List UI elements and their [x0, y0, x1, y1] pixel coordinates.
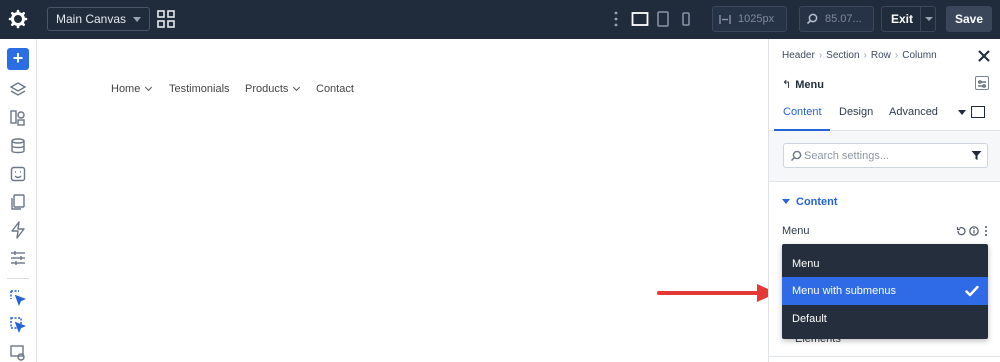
zoom-value: 85.07...: [825, 13, 862, 25]
gear-icon[interactable]: [8, 9, 28, 29]
nav-item-home[interactable]: Home: [111, 83, 153, 95]
mobile-view-icon[interactable]: [680, 10, 692, 28]
option-label: Default: [792, 313, 827, 325]
left-sidebar: +: [0, 39, 37, 362]
filter-icon[interactable]: [971, 150, 982, 161]
chevron-down-icon[interactable]: [925, 17, 933, 21]
select-parent-icon[interactable]: [9, 316, 27, 334]
sidebar-divider: [7, 278, 29, 279]
zoom-field[interactable]: 85.07...: [799, 6, 874, 32]
exit-button[interactable]: Exit: [881, 6, 936, 32]
nav-item-label: Products: [245, 83, 289, 95]
pages-icon[interactable]: [9, 193, 27, 211]
desktop-view-icon[interactable]: [631, 10, 649, 28]
content-section-toggle[interactable]: Content: [782, 196, 838, 208]
canvas-width-field[interactable]: 1025px: [712, 6, 787, 32]
chevron-down-icon[interactable]: [958, 110, 966, 115]
breadcrumb-row[interactable]: Row: [871, 50, 891, 61]
canvas-select[interactable]: Main Canvas: [47, 7, 150, 31]
toggle-settings-icon[interactable]: [975, 76, 989, 90]
caret-down-icon: [782, 199, 790, 204]
canvas-width-value: 1025px: [738, 13, 775, 25]
nav-item-products[interactable]: Products: [245, 83, 301, 95]
field-actions: [956, 226, 987, 236]
save-button[interactable]: Save: [946, 6, 992, 32]
nav-item-contact[interactable]: Contact: [316, 83, 354, 95]
close-icon[interactable]: [978, 50, 990, 62]
reset-icon[interactable]: [956, 227, 966, 236]
chevron-down-icon: [145, 83, 153, 92]
preview-icon[interactable]: [9, 344, 27, 362]
panel-tabs: Content Design Advanced: [769, 106, 1000, 131]
component-icon[interactable]: [9, 165, 27, 183]
select-element-icon[interactable]: [9, 289, 27, 307]
database-icon[interactable]: [9, 137, 27, 155]
exit-label: Exit: [891, 12, 914, 26]
search-area: [769, 131, 1000, 182]
width-icon: [719, 15, 731, 24]
section-title: Content: [796, 196, 838, 208]
info-icon[interactable]: [969, 226, 979, 236]
lightning-icon[interactable]: [9, 221, 27, 239]
nav-item-label: Contact: [316, 83, 354, 95]
search-icon: [790, 150, 802, 162]
more-vertical-icon[interactable]: [985, 226, 987, 236]
canvas-select-value: Main Canvas: [56, 12, 127, 26]
nav-item-testimonials[interactable]: Testimonials: [169, 83, 230, 95]
preview-box-icon[interactable]: [971, 106, 985, 118]
menu-type-dropdown: Menu Menu with submenus Default: [782, 244, 988, 339]
arrow-annotation: [657, 284, 777, 302]
chevron-down-icon: [133, 17, 141, 22]
panel-title-text: Menu: [795, 79, 824, 91]
top-toolbar: Main Canvas 1025px 85.07... Exit Save: [0, 0, 1000, 39]
exit-divider: [920, 7, 921, 31]
dropdown-option-default[interactable]: Default: [782, 305, 988, 333]
tab-content[interactable]: Content: [783, 106, 822, 118]
back-icon[interactable]: ↰: [782, 78, 791, 91]
more-vertical-icon[interactable]: [613, 10, 619, 28]
section-divider: [769, 356, 1000, 357]
zoom-icon: [806, 13, 818, 25]
option-label: Menu: [792, 258, 820, 270]
dropdown-option-menu[interactable]: Menu: [782, 250, 988, 278]
panel-title: ↰ Menu: [782, 78, 824, 91]
tablet-view-icon[interactable]: [656, 10, 670, 28]
grid-icon[interactable]: [157, 10, 175, 28]
search-settings-field[interactable]: [783, 143, 988, 168]
tab-advanced[interactable]: Advanced: [889, 106, 938, 118]
add-element-button[interactable]: +: [7, 48, 29, 70]
tab-design[interactable]: Design: [839, 106, 873, 118]
dropdown-option-menu-with-submenus[interactable]: Menu with submenus: [782, 277, 988, 305]
breadcrumb-section[interactable]: Section: [826, 50, 859, 61]
elements-icon[interactable]: [9, 109, 27, 127]
nav-item-label: Home: [111, 83, 141, 95]
sliders-icon: [978, 80, 986, 88]
option-label: Menu with submenus: [792, 285, 896, 297]
breadcrumb-header[interactable]: Header: [782, 50, 815, 61]
settings-sliders-icon[interactable]: [9, 249, 27, 267]
checkmark-icon: [965, 285, 979, 297]
chevron-down-icon: [293, 83, 301, 92]
breadcrumb-column[interactable]: Column: [902, 50, 936, 61]
nav-item-label: Testimonials: [169, 83, 230, 95]
layers-icon[interactable]: [9, 81, 27, 99]
search-input[interactable]: [804, 147, 964, 165]
breadcrumb: Header › Section › Row › Column: [782, 50, 937, 61]
menu-field-label: Menu: [782, 225, 810, 237]
